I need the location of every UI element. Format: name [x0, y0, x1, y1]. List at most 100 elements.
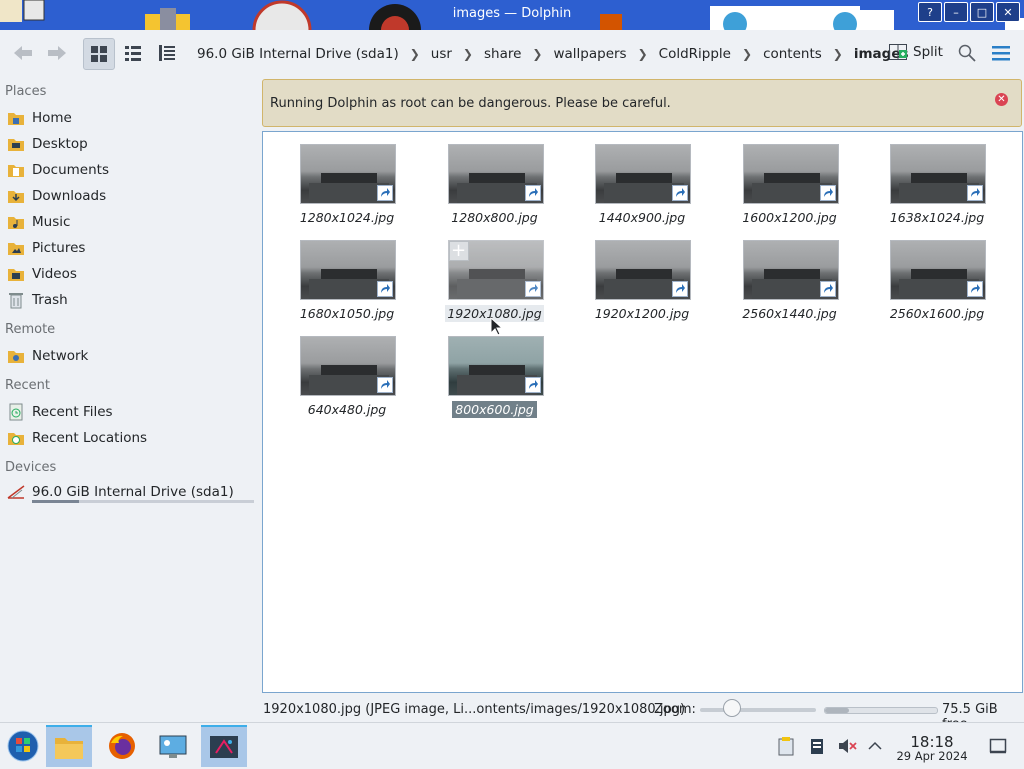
details-view-button[interactable]	[152, 38, 182, 68]
file-item[interactable]: 1280x800.jpg	[430, 134, 560, 226]
symlink-arrow-icon	[967, 281, 983, 297]
home-folder-icon	[6, 108, 26, 128]
sidebar-item-trash[interactable]: Trash	[6, 288, 256, 312]
sidebar-item-downloads[interactable]: Downloads	[6, 184, 256, 208]
taskbar-firefox[interactable]	[99, 725, 145, 767]
taskbar-krita-app[interactable]	[201, 725, 247, 767]
icons-view-icon	[91, 46, 107, 62]
file-name-label: 1600x1200.jpg	[725, 210, 855, 225]
root-warning-message: Running Dolphin as root can be dangerous…	[270, 96, 671, 111]
sidebar-item-desktop[interactable]: Desktop	[6, 132, 256, 156]
sidebar-item-pictures[interactable]: Pictures	[6, 236, 256, 260]
device-usage-fill	[32, 500, 79, 503]
desktop-folder-icon	[6, 134, 26, 154]
show-desktop-icon	[989, 738, 1007, 754]
clock-date[interactable]: 29 Apr 2024	[890, 749, 974, 763]
status-bar: 1920x1080.jpg (JPEG image, Li...ontents/…	[0, 696, 1024, 732]
compact-view-button[interactable]	[118, 38, 148, 68]
breadcrumb-drive[interactable]: 96.0 GiB Internal Drive (sda1)	[197, 46, 399, 62]
chevron-right-icon: ❯	[462, 47, 473, 61]
symlink-arrow-icon	[672, 281, 688, 297]
maximize-button[interactable]: □	[970, 2, 994, 22]
file-item[interactable]: 2560x1440.jpg	[725, 230, 855, 322]
select-toggle-plus-icon[interactable]: +	[448, 241, 469, 261]
file-view[interactable]: 1280x1024.jpg 1280x800.jpg 1440x900.jpg 160…	[262, 131, 1023, 693]
zoom-slider-handle[interactable]	[723, 699, 742, 717]
show-desktop-button[interactable]	[984, 725, 1012, 767]
image-thumbnail	[742, 144, 839, 204]
file-name-text: 1600x1200.jpg	[742, 210, 837, 225]
thumbnail-pier-shape	[321, 173, 377, 183]
icons-view-button[interactable]	[83, 38, 115, 70]
file-name-label: 1280x800.jpg	[430, 210, 560, 225]
devices-section-title: Devices	[5, 460, 57, 475]
notes-tray-button[interactable]	[802, 725, 832, 767]
image-thumbnail	[890, 240, 986, 300]
breadcrumb-wallpapers[interactable]: wallpapers	[553, 46, 626, 62]
file-item[interactable]: 2560x1600.jpg	[872, 230, 1002, 322]
file-name-label: 1440x900.jpg	[577, 210, 707, 225]
symlink-arrow-icon	[524, 185, 541, 201]
file-name-text: 2560x1600.jpg	[889, 306, 985, 321]
sidebar-item-home[interactable]: Home	[6, 106, 256, 130]
close-window-button[interactable]: ✕	[996, 2, 1020, 22]
forward-button[interactable]	[42, 38, 72, 68]
sidebar-item-recent-files[interactable]: Recent Files	[6, 400, 256, 424]
screenshot-app-icon	[210, 736, 238, 758]
breadcrumb-usr[interactable]: usr	[431, 46, 452, 62]
taskbar-system-settings[interactable]	[150, 725, 196, 767]
sidebar-item-recent-locations[interactable]: Recent Locations	[6, 426, 256, 450]
file-item[interactable]: 1280x1024.jpg	[282, 134, 412, 226]
sidebar-item-network[interactable]: Network	[6, 344, 256, 368]
symlink-arrow-icon	[672, 185, 688, 201]
breadcrumb-contents[interactable]: contents	[763, 46, 822, 62]
split-button[interactable]: Split	[888, 42, 943, 62]
file-item[interactable]: +1920x1080.jpg	[430, 230, 560, 322]
main-menu-button[interactable]	[986, 38, 1016, 68]
minimize-button[interactable]: –	[944, 2, 968, 22]
sidebar-item-documents[interactable]: Documents	[6, 158, 256, 182]
image-thumbnail: +	[447, 240, 544, 300]
videos-folder-icon	[6, 264, 26, 284]
clipboard-tray-button[interactable]	[770, 725, 802, 767]
file-name-text: 1920x1200.jpg	[594, 306, 690, 321]
thumbnail-pier-shape	[468, 269, 525, 279]
file-name-text: 1280x800.jpg	[451, 210, 538, 225]
file-name-label: 1680x1050.jpg	[282, 306, 412, 321]
file-name-text: 640x480.jpg	[307, 402, 387, 417]
file-name-text: 800x600.jpg	[452, 401, 537, 418]
sidebar-item-music[interactable]: Music	[6, 210, 256, 234]
taskbar-file-manager[interactable]	[46, 725, 92, 767]
zoom-slider[interactable]	[700, 708, 816, 712]
hard-drive-icon	[6, 482, 26, 502]
volume-tray-button[interactable]	[832, 725, 862, 767]
symlink-arrow-icon	[819, 185, 836, 201]
symlink-arrow-icon	[377, 281, 393, 297]
sidebar-item-videos[interactable]: Videos	[6, 262, 256, 286]
start-menu-button[interactable]	[0, 725, 46, 767]
sidebar-item-label: Recent Files	[32, 404, 113, 420]
file-item[interactable]: 1680x1050.jpg	[282, 230, 412, 322]
file-name-text: 1280x1024.jpg	[299, 210, 395, 225]
search-button[interactable]	[952, 38, 982, 68]
tray-expand-button[interactable]	[862, 725, 888, 767]
places-panel: Places Home Desktop Documents Downloads …	[0, 78, 258, 694]
back-button[interactable]	[8, 38, 38, 68]
file-item[interactable]: 800x600.jpg	[430, 326, 560, 418]
breadcrumb-share[interactable]: share	[484, 46, 521, 62]
image-thumbnail	[595, 240, 691, 300]
sidebar-item-label: Trash	[32, 292, 68, 308]
file-item[interactable]: 1440x900.jpg	[577, 134, 707, 226]
help-button[interactable]: ?	[918, 2, 942, 22]
image-thumbnail	[595, 144, 691, 204]
breadcrumb-coldripple[interactable]: ColdRipple	[659, 46, 731, 62]
file-item[interactable]: 640x480.jpg	[282, 326, 412, 418]
file-item[interactable]: 1600x1200.jpg	[725, 134, 855, 226]
places-section-title: Places	[5, 84, 47, 99]
file-item[interactable]: 1638x1024.jpg	[872, 134, 1002, 226]
compact-view-icon	[125, 46, 141, 61]
close-banner-icon[interactable]: ✕	[995, 93, 1008, 106]
thumbnail-pier-shape	[763, 173, 820, 183]
file-item[interactable]: 1920x1200.jpg	[577, 230, 707, 322]
thumbnail-pier-shape	[468, 365, 525, 375]
